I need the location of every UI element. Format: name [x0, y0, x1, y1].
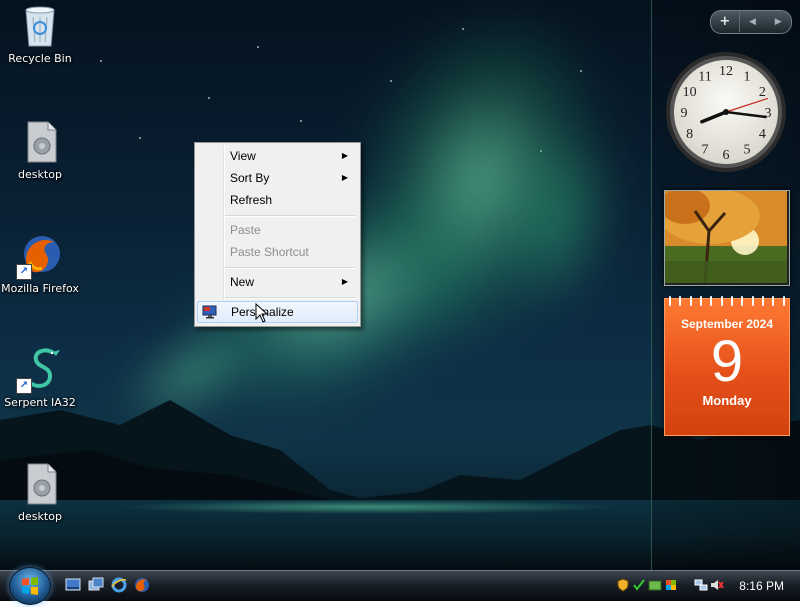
menu-item-personalize[interactable]: Personalize: [197, 301, 358, 323]
add-gadget-button[interactable]: +: [711, 12, 740, 32]
desktop-icon-label: Mozilla Firefox: [1, 282, 79, 295]
file-icon: [16, 460, 64, 508]
menu-item-label: View: [230, 149, 256, 163]
menu-item-label: New: [230, 275, 255, 289]
clock-numeral: 3: [765, 106, 772, 121]
calendar-rings: [665, 296, 789, 306]
menu-item-label: Sort By: [230, 171, 270, 185]
desktop-background[interactable]: Recycle Bin desktop ↗ Mozilla Firefox ↗ …: [0, 0, 800, 570]
calendar-gadget[interactable]: September 2024 9 Monday: [664, 296, 790, 436]
taskbar: 8:16 PM: [0, 567, 800, 605]
shortcut-arrow-icon: ↗: [16, 264, 32, 280]
menu-item-view[interactable]: View ▶: [197, 145, 356, 167]
menu-separator: [225, 267, 355, 269]
start-button[interactable]: [9, 567, 51, 605]
menu-item-label: Paste Shortcut: [230, 245, 309, 259]
clock-numeral: 12: [719, 64, 733, 79]
windows-sidebar: + ◀ ▶ 12 1 2 3 4 5 6 7 8 9 10 11 Septemb…: [651, 0, 800, 570]
previous-gadget-button[interactable]: ◀: [740, 12, 766, 32]
serpent-icon: ↗: [16, 346, 64, 394]
submenu-arrow-icon: ▶: [341, 277, 348, 286]
submenu-arrow-icon: ▶: [341, 173, 348, 182]
desktop-icon-label: desktop: [18, 168, 62, 181]
desktop-icon-recycle-bin[interactable]: Recycle Bin: [0, 2, 80, 65]
clock-numeral: 7: [702, 142, 709, 157]
menu-item-refresh[interactable]: Refresh: [197, 189, 356, 211]
clock-numeral: 6: [723, 148, 730, 163]
desktop-icon-label: desktop: [18, 510, 62, 523]
menu-item-label: Refresh: [230, 193, 273, 207]
clock-numeral: 11: [698, 70, 711, 85]
windows-defender-icon[interactable]: [616, 578, 630, 592]
clock-numeral: 9: [681, 106, 688, 121]
recycle-bin-icon: [16, 2, 64, 50]
menu-separator: [225, 297, 355, 299]
internet-explorer-icon[interactable]: [111, 577, 127, 593]
menu-item-new[interactable]: New ▶: [197, 271, 356, 293]
firefox-icon[interactable]: [134, 577, 150, 593]
clock-numeral: 2: [759, 85, 766, 100]
desktop-icon-serpent[interactable]: ↗ Serpent IA32: [0, 346, 80, 409]
clock-numeral: 1: [744, 70, 751, 85]
next-gadget-button[interactable]: ▶: [765, 12, 791, 32]
taskbar-clock[interactable]: 8:16 PM: [739, 571, 784, 601]
autumn-tree-photo: [665, 191, 787, 283]
mouse-cursor-icon: [255, 303, 269, 323]
lake-reflection: [120, 500, 620, 514]
network-icon[interactable]: [694, 578, 708, 592]
calendar-weekday: Monday: [702, 393, 752, 408]
shortcut-arrow-icon: ↗: [16, 378, 32, 394]
menu-item-label: Paste: [230, 223, 261, 237]
clock-gadget[interactable]: 12 12 3 45678 9 1011: [664, 50, 788, 174]
slideshow-gadget[interactable]: [664, 190, 790, 286]
desktop-icon-label: Serpent IA32: [4, 396, 76, 409]
sidebar-controls: + ◀ ▶: [710, 10, 792, 34]
updates-icon[interactable]: [648, 578, 662, 592]
menu-separator: [225, 215, 355, 217]
firefox-icon: ↗: [16, 232, 64, 280]
display-icon: [202, 305, 217, 319]
desktop-icon-desktop-file[interactable]: desktop: [0, 460, 80, 523]
desktop-icon-firefox[interactable]: ↗ Mozilla Firefox: [0, 232, 80, 295]
clock-numeral: 8: [686, 127, 693, 142]
security-center-icon[interactable]: [632, 578, 646, 592]
menu-item-paste-shortcut[interactable]: Paste Shortcut: [197, 241, 356, 263]
clock-numeral: 5: [744, 142, 751, 157]
switch-windows-icon[interactable]: [88, 577, 104, 593]
desktop-icon-label: Recycle Bin: [8, 52, 72, 65]
desktop-icon-desktop-file[interactable]: desktop: [0, 118, 80, 181]
clock-numeral: 10: [683, 85, 697, 100]
menu-item-sort-by[interactable]: Sort By ▶: [197, 167, 356, 189]
calendar-day: 9: [710, 329, 744, 394]
file-icon: [16, 118, 64, 166]
menu-item-paste[interactable]: Paste: [197, 219, 356, 241]
volume-muted-icon[interactable]: [710, 578, 724, 592]
show-desktop-icon[interactable]: [65, 577, 81, 593]
desktop-context-menu: View ▶ Sort By ▶ Refresh Paste Paste Sho…: [194, 142, 361, 327]
windows-flag-icon[interactable]: [664, 578, 678, 592]
windows-logo-icon: [22, 577, 38, 595]
clock-numeral: 4: [759, 127, 766, 142]
notification-area: 8:16 PM: [610, 571, 800, 601]
submenu-arrow-icon: ▶: [341, 151, 348, 160]
